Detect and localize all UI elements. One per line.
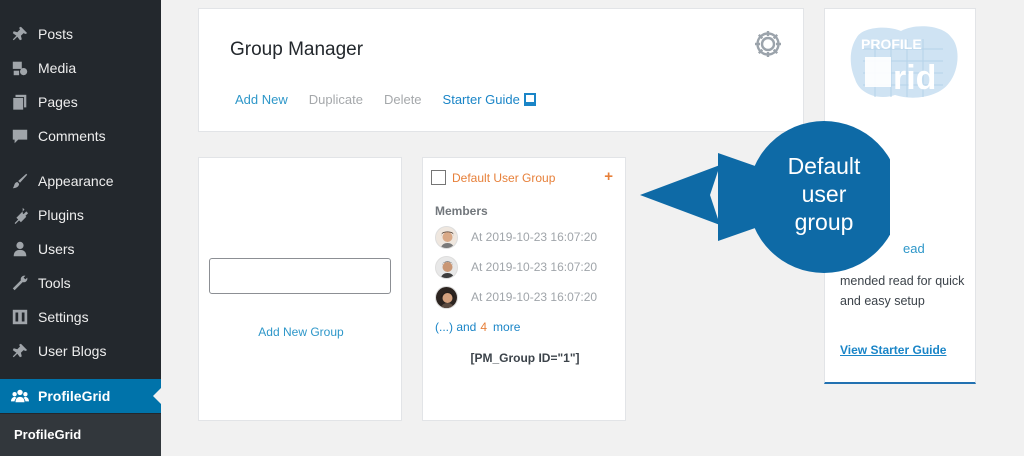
add-group-card: Add New Group: [198, 157, 402, 421]
menu-item-appearance[interactable]: Appearance: [0, 164, 161, 198]
read-heading: ead: [903, 241, 925, 256]
group-name-input[interactable]: [209, 258, 391, 294]
menu-item-pages[interactable]: Pages: [0, 85, 161, 119]
avatar[interactable]: [435, 225, 458, 249]
pin-icon: [10, 341, 30, 361]
list-item: At 2019-10-23 16:07:20: [435, 225, 597, 249]
member-joined-time: At 2019-10-23 16:07:20: [471, 290, 598, 304]
menu-label: Media: [38, 60, 77, 76]
menu-label: Settings: [38, 309, 89, 325]
menu-item-user-blogs[interactable]: User Blogs: [0, 334, 161, 368]
user-icon: [10, 239, 30, 259]
menu-item-users[interactable]: Users: [0, 232, 161, 266]
list-item: At 2019-10-23 16:07:20: [435, 255, 597, 279]
avatar-image: [436, 286, 457, 308]
pages-icon: [10, 92, 30, 112]
profilegrid-logo: PROFILE rid: [850, 26, 958, 98]
gear-icon[interactable]: [753, 29, 783, 59]
more-prefix: (...) and: [435, 320, 477, 334]
member-joined-time: At 2019-10-23 16:07:20: [471, 260, 598, 274]
members-label: Members: [435, 204, 488, 218]
callout-line: group: [794, 209, 854, 235]
svg-text:PROFILE: PROFILE: [861, 36, 922, 52]
more-members-link[interactable]: (...) and 4 more: [435, 320, 520, 334]
pin-icon: [10, 24, 30, 44]
add-new-button[interactable]: Add New: [235, 92, 288, 107]
comment-icon: [10, 126, 30, 146]
group-shortcode: [PM_Group ID="1"]: [470, 351, 580, 365]
delete-button[interactable]: Delete: [384, 92, 422, 107]
avatar-image: [436, 256, 457, 278]
duplicate-button[interactable]: Duplicate: [309, 92, 363, 107]
menu-label: ProfileGrid: [38, 388, 111, 404]
list-item: At 2019-10-23 16:07:20: [435, 285, 597, 309]
add-new-group-button[interactable]: Add New Group: [199, 325, 403, 339]
plug-icon: [10, 205, 30, 225]
brush-icon: [10, 171, 30, 191]
submenu: ProfileGrid: [0, 414, 161, 456]
admin-sidebar: Posts Media Pages Comments Appearance Pl…: [0, 0, 161, 456]
member-joined-time: At 2019-10-23 16:07:20: [471, 230, 598, 244]
page-title: Group Manager: [230, 39, 364, 60]
starter-guide-label: Starter Guide: [442, 92, 520, 107]
callout-line: user: [801, 181, 847, 207]
group-title[interactable]: Default User Group: [452, 171, 555, 185]
menu-label: Appearance: [38, 173, 114, 189]
active-indicator: [153, 388, 161, 404]
avatar[interactable]: [435, 285, 458, 309]
wrench-icon: [10, 273, 30, 293]
more-suffix: more: [493, 320, 521, 334]
settings-icon: [10, 307, 30, 327]
menu-label: User Blogs: [38, 343, 107, 359]
avatar[interactable]: [435, 255, 458, 279]
menu-item-profilegrid[interactable]: ProfileGrid: [0, 379, 161, 413]
plus-icon[interactable]: +: [604, 168, 613, 185]
menu-item-plugins[interactable]: Plugins: [0, 198, 161, 232]
menu-item-posts[interactable]: Posts: [0, 17, 161, 51]
callout-line: Default: [787, 153, 861, 179]
menu-label: Posts: [38, 26, 74, 42]
action-bar: Add New Duplicate Delete Starter Guide: [235, 92, 536, 107]
menu-label: Pages: [38, 94, 78, 110]
menu-label: Tools: [38, 275, 71, 291]
svg-text:rid: rid: [893, 59, 936, 97]
menu-item-comments[interactable]: Comments: [0, 119, 161, 153]
avatar-image: [436, 226, 457, 248]
menu-item-tools[interactable]: Tools: [0, 266, 161, 300]
menu-item-settings[interactable]: Settings: [0, 300, 161, 334]
group-icon: [10, 386, 30, 406]
media-icon: [10, 58, 30, 78]
menu-label: Comments: [38, 128, 106, 144]
menu-label: Plugins: [38, 207, 84, 223]
callout-text: Default user group: [724, 152, 924, 236]
more-count: 4: [480, 320, 488, 334]
starter-guide-link[interactable]: Starter Guide: [443, 92, 536, 107]
menu-item-media[interactable]: Media: [0, 51, 161, 85]
menu-label: Users: [38, 241, 75, 257]
default-group-card: Default User Group + Members At 2019-10-…: [422, 157, 626, 421]
book-icon: [523, 93, 536, 106]
submenu-item-profilegrid[interactable]: ProfileGrid: [14, 427, 81, 442]
view-starter-guide-link[interactable]: View Starter Guide: [840, 343, 946, 357]
group-select-checkbox[interactable]: [431, 170, 446, 185]
